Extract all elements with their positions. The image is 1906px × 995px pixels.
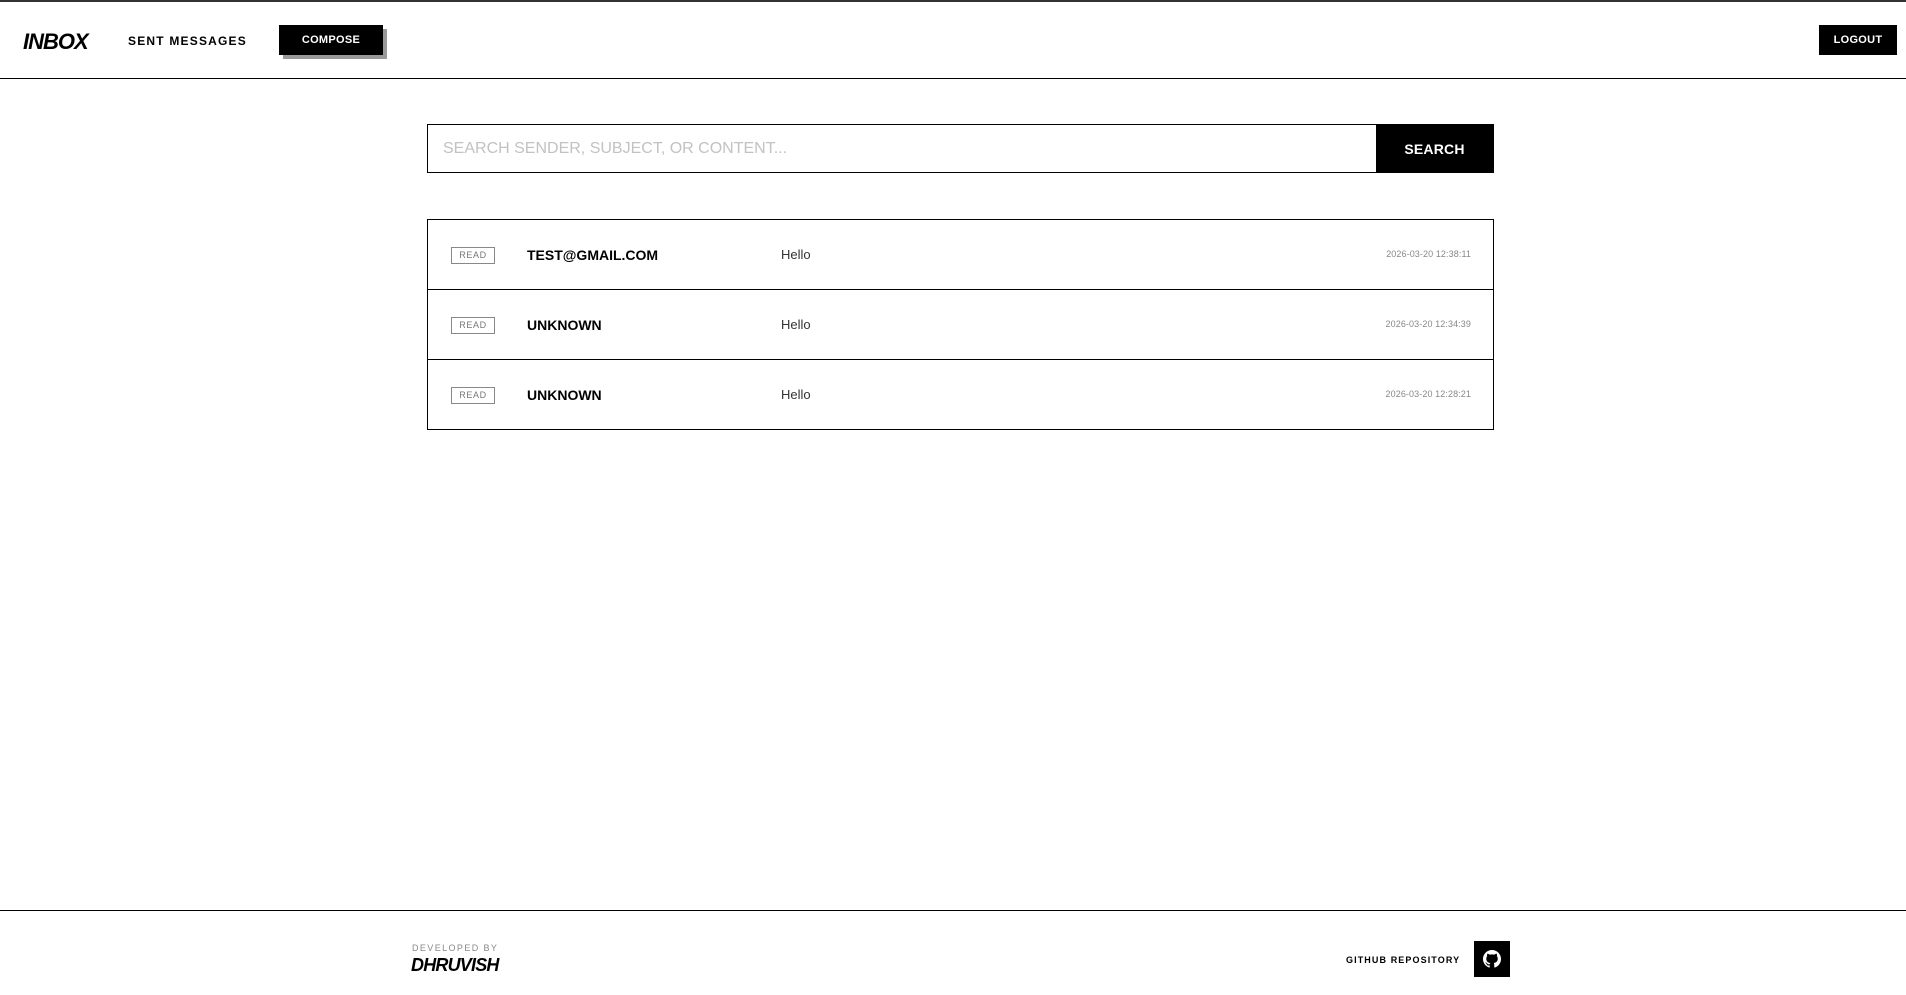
search-input[interactable]	[428, 125, 1376, 172]
page-footer: DEVELOPED BY DHRUVISH GITHUB REPOSITORY	[0, 910, 1906, 995]
compose-button[interactable]: COMPOSE	[279, 25, 383, 55]
message-subject: Hello	[781, 387, 811, 402]
message-row[interactable]: READ TEST@GMAIL.COM Hello 2026-03-20 12:…	[428, 220, 1493, 290]
search-bar: SEARCH	[427, 124, 1494, 173]
message-row[interactable]: READ UNKNOWN Hello 2026-03-20 12:34:39	[428, 290, 1493, 360]
nav-sent-messages[interactable]: SENT MESSAGES	[128, 34, 247, 48]
search-button[interactable]: SEARCH	[1376, 125, 1493, 172]
read-status-badge: READ	[451, 317, 495, 334]
message-timestamp: 2026-03-20 12:34:39	[1385, 319, 1471, 329]
message-row[interactable]: READ UNKNOWN Hello 2026-03-20 12:28:21	[428, 360, 1493, 429]
read-status-badge: READ	[451, 387, 495, 404]
message-subject: Hello	[781, 247, 811, 262]
app-logo[interactable]: INBOX	[23, 29, 89, 55]
github-button[interactable]	[1474, 941, 1510, 977]
read-status-badge: READ	[451, 247, 495, 264]
github-repository-link[interactable]: GITHUB REPOSITORY	[1346, 955, 1460, 965]
message-list: READ TEST@GMAIL.COM Hello 2026-03-20 12:…	[427, 219, 1494, 430]
message-timestamp: 2026-03-20 12:28:21	[1385, 389, 1471, 399]
message-sender: UNKNOWN	[527, 387, 602, 403]
message-sender: UNKNOWN	[527, 317, 602, 333]
developed-by-label: DEVELOPED BY	[412, 943, 499, 953]
github-icon	[1483, 950, 1501, 968]
message-sender: TEST@GMAIL.COM	[527, 247, 659, 263]
message-subject: Hello	[781, 317, 811, 332]
logout-button[interactable]: LOGOUT	[1819, 25, 1897, 55]
message-timestamp: 2026-03-20 12:38:11	[1386, 249, 1471, 259]
developer-name: DHRUVISH	[411, 955, 499, 975]
top-nav-bar: INBOX SENT MESSAGES COMPOSE LOGOUT	[0, 2, 1906, 79]
